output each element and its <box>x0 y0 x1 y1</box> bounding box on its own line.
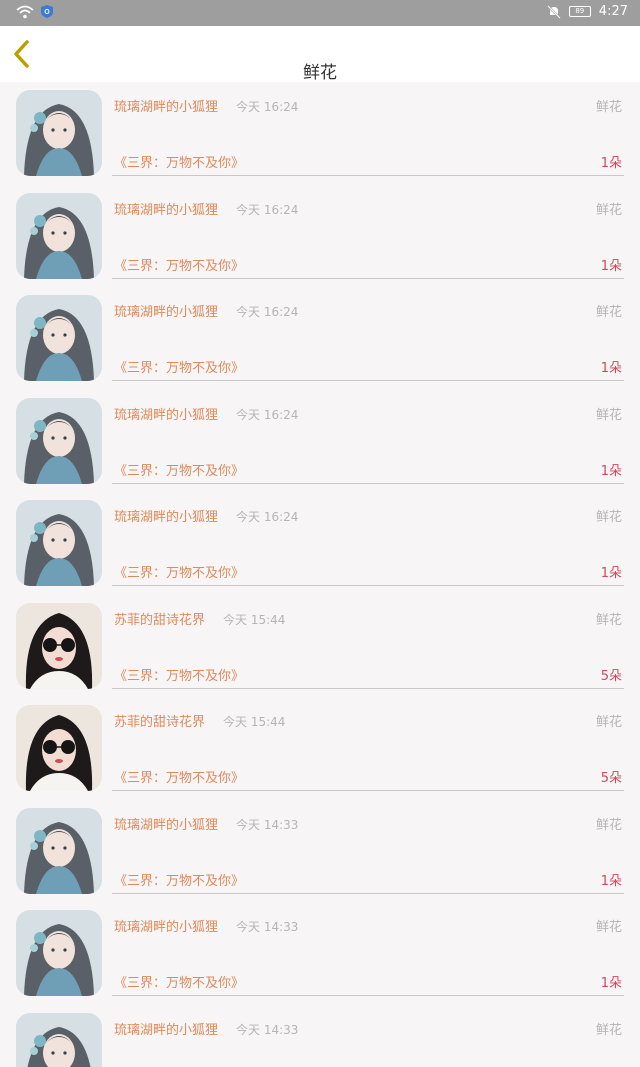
status-time: 4:27 <box>598 4 628 19</box>
avatar[interactable] <box>16 500 102 586</box>
gift-row-content: 琉璃湖畔的小狐狸 今天 14:33 鲜花《三界：万物不及你》 1朵 <box>112 808 624 894</box>
gift-row[interactable]: 琉璃湖畔的小狐狸 今天 16:24 鲜花《三界：万物不及你》 1朵 <box>0 287 640 390</box>
gift-row[interactable]: 琉璃湖畔的小狐狸 今天 14:33 鲜花《三界：万物不及你》 1朵 <box>0 800 640 903</box>
sender-line: 琉璃湖畔的小狐狸 今天 14:33 <box>114 916 298 935</box>
gift-row-content: 琉璃湖畔的小狐狸 今天 14:33 鲜花 <box>112 1013 624 1067</box>
gift-time: 今天 15:44 <box>223 715 286 729</box>
gift-count: 1朵 <box>600 463 622 479</box>
gift-count: 1朵 <box>600 873 622 889</box>
avatar[interactable] <box>16 603 102 689</box>
avatar[interactable] <box>16 398 102 484</box>
sender-name[interactable]: 琉璃湖畔的小狐狸 <box>114 408 218 423</box>
avatar[interactable] <box>16 1013 102 1067</box>
page-title: 鲜花 <box>303 63 337 83</box>
gift-type: 鲜花 <box>595 817 622 833</box>
gift-time: 今天 16:24 <box>236 510 299 524</box>
book-title[interactable]: 《三界：万物不及你》 <box>114 870 244 889</box>
sender-name[interactable]: 琉璃湖畔的小狐狸 <box>114 100 218 115</box>
book-title[interactable]: 《三界：万物不及你》 <box>114 665 244 684</box>
book-title[interactable]: 《三界：万物不及你》 <box>114 562 244 581</box>
book-title[interactable]: 《三界：万物不及你》 <box>114 357 244 376</box>
gift-count: 1朵 <box>600 361 622 376</box>
avatar[interactable] <box>16 193 102 279</box>
wifi-icon <box>16 5 34 18</box>
sender-name[interactable]: 琉璃湖畔的小狐狸 <box>114 510 218 525</box>
gift-row-content: 琉璃湖畔的小狐狸 今天 14:33 鲜花《三界：万物不及你》 1朵 <box>112 910 624 996</box>
gift-time: 今天 14:33 <box>236 920 299 934</box>
sender-name[interactable]: 琉璃湖畔的小狐狸 <box>114 920 218 935</box>
gift-count: 1朵 <box>600 566 622 581</box>
gift-time: 今天 14:33 <box>236 1022 299 1037</box>
gift-time: 今天 15:44 <box>223 612 286 627</box>
gift-type: 鲜花 <box>595 100 622 115</box>
gift-row[interactable]: 苏菲的甜诗花界 今天 15:44 鲜花《三界：万物不及你》 5朵 <box>0 697 640 800</box>
book-title[interactable]: 《三界：万物不及你》 <box>114 767 244 786</box>
gift-count: 5朵 <box>600 771 622 786</box>
gift-list[interactable]: 琉璃湖畔的小狐狸 今天 16:24 鲜花 《三界：万物不及你》 1朵 琉璃湖畔的小狐狸 今天… <box>0 82 640 1067</box>
gift-type: 鲜花 <box>595 715 622 730</box>
sender-line: 苏菲的甜诗花界 今天 15:44 <box>114 711 285 730</box>
sender-line: 苏菲的甜诗花界 今天 15:44 <box>114 609 285 628</box>
book-title[interactable]: 《三界：万物不及你》 <box>114 460 244 479</box>
sender-line: 琉璃湖畔的小狐狸 今天 16:24 <box>114 301 298 320</box>
gift-row[interactable]: 苏菲的甜诗花界 今天 15:44 鲜花《三界：万物不及你》 5朵 <box>0 595 640 698</box>
gift-time: 今天 16:24 <box>236 100 299 114</box>
gift-type: 鲜花 <box>595 612 622 628</box>
sender-line: 琉璃湖畔的小狐狸 今天 14:33 <box>114 1019 298 1038</box>
gift-type: 鲜花 <box>595 1022 622 1038</box>
gift-time: 今天 14:33 <box>236 817 299 832</box>
sender-name[interactable]: 琉璃湖畔的小狐狸 <box>114 203 218 218</box>
gift-type: 鲜花 <box>595 305 622 320</box>
sender-line: 琉璃湖畔的小狐狸 今天 14:33 <box>114 814 298 833</box>
sender-line: 琉璃湖畔的小狐狸 今天 16:24 <box>114 404 298 423</box>
status-right: 89 4:27 <box>547 4 628 19</box>
gift-row-content: 琉璃湖畔的小狐狸 今天 16:24 鲜花《三界：万物不及你》 1朵 <box>112 398 624 484</box>
sender-name[interactable]: 琉璃湖畔的小狐狸 <box>114 818 218 833</box>
avatar[interactable] <box>16 910 102 996</box>
avatar[interactable] <box>16 705 102 791</box>
battery-icon: 89 <box>568 6 591 17</box>
gift-row-content: 苏菲的甜诗花界 今天 15:44 鲜花《三界：万物不及你》 5朵 <box>112 603 624 689</box>
gift-time: 今天 16:24 <box>236 407 299 422</box>
book-title[interactable]: 《三界：万物不及你》 <box>114 152 244 171</box>
sender-line: 琉璃湖畔的小狐狸 今天 16:24 <box>114 96 298 115</box>
gift-time: 今天 16:24 <box>236 305 299 319</box>
gift-row[interactable]: 琉璃湖畔的小狐狸 今天 16:24 鲜花《三界：万物不及你》 1朵 <box>0 492 640 595</box>
mute-bell-icon <box>547 4 561 19</box>
gift-row[interactable]: 琉璃湖畔的小狐狸 今天 14:33 鲜花 <box>0 1005 640 1067</box>
avatar[interactable] <box>16 90 102 176</box>
gift-type: 鲜花 <box>595 202 622 218</box>
nav-bar: 鲜花 <box>0 26 640 83</box>
gift-type: 鲜花 <box>595 510 622 525</box>
sender-name[interactable]: 琉璃湖畔的小狐狸 <box>114 1023 218 1038</box>
sender-line: 琉璃湖畔的小狐狸 今天 16:24 <box>114 199 298 218</box>
gift-row[interactable]: 琉璃湖畔的小狐狸 今天 16:24 鲜花《三界：万物不及你》 1朵 <box>0 82 640 185</box>
sender-name[interactable]: 琉璃湖畔的小狐狸 <box>114 305 218 320</box>
avatar[interactable] <box>16 808 102 894</box>
gift-row-content: 琉璃湖畔的小狐狸 今天 16:24 鲜花《三界：万物不及你》 1朵 <box>112 295 624 381</box>
gift-row[interactable]: 琉璃湖畔的小狐狸 今天 14:33 鲜花《三界：万物不及你》 1朵 <box>0 902 640 1005</box>
gift-row[interactable]: 琉璃湖畔的小狐狸 今天 16:24 鲜花《三界：万物不及你》 1朵 <box>0 185 640 288</box>
gift-row-content: 苏菲的甜诗花界 今天 15:44 鲜花《三界：万物不及你》 5朵 <box>112 705 624 791</box>
status-bar: 89 4:27 <box>0 0 640 26</box>
gift-count: 1朵 <box>600 258 622 274</box>
gift-count: 5朵 <box>600 668 622 684</box>
gift-count: 1朵 <box>600 976 622 991</box>
gift-row-content: 琉璃湖畔的小狐狸 今天 16:24 鲜花《三界：万物不及你》 1朵 <box>112 500 624 586</box>
gift-row-content: 琉璃湖畔的小狐狸 今天 16:24 鲜花《三界：万物不及你》 1朵 <box>112 90 624 176</box>
status-left <box>16 4 54 19</box>
sender-name[interactable]: 苏菲的甜诗花界 <box>114 613 205 628</box>
sender-name[interactable]: 苏菲的甜诗花界 <box>114 715 205 730</box>
gift-row[interactable]: 琉璃湖畔的小狐狸 今天 16:24 鲜花《三界：万物不及你》 1朵 <box>0 390 640 493</box>
gift-time: 今天 16:24 <box>236 202 299 217</box>
sender-line: 琉璃湖畔的小狐狸 今天 16:24 <box>114 506 298 525</box>
book-title[interactable]: 《三界：万物不及你》 <box>114 972 244 991</box>
gift-count: 1朵 <box>600 156 622 171</box>
gift-type: 鲜花 <box>595 920 622 935</box>
gift-type: 鲜花 <box>595 407 622 423</box>
avatar[interactable] <box>16 295 102 381</box>
shield-icon <box>41 5 53 18</box>
book-title[interactable]: 《三界：万物不及你》 <box>114 255 244 274</box>
gift-row-content: 琉璃湖畔的小狐狸 今天 16:24 鲜花《三界：万物不及你》 1朵 <box>112 193 624 279</box>
